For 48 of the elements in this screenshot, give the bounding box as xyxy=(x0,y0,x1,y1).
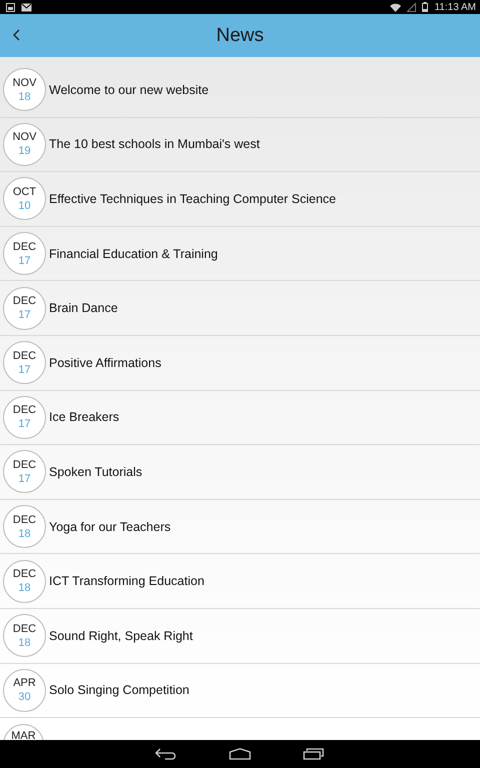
picture-icon xyxy=(6,2,15,12)
home-icon[interactable] xyxy=(229,748,251,760)
news-title[interactable]: Welcome to our new website xyxy=(49,82,209,97)
date-month: NOV xyxy=(12,130,36,144)
date-day: 18 xyxy=(18,90,31,104)
mail-icon xyxy=(21,2,32,12)
news-title[interactable]: Brain Dance xyxy=(49,301,118,316)
date-day: 18 xyxy=(18,581,31,596)
status-time: 11:13 AM xyxy=(434,2,476,12)
news-title[interactable]: Financial Education & Training xyxy=(49,246,218,261)
date-month: DEC xyxy=(12,567,36,582)
date-month: DEC xyxy=(12,240,36,254)
date-day: 18 xyxy=(18,636,31,650)
news-title[interactable]: Positive Affirmations xyxy=(49,356,162,370)
date-day: 17 xyxy=(18,308,31,322)
date-month: DEC xyxy=(12,294,36,308)
date-month: DEC xyxy=(12,622,36,636)
news-title[interactable]: Solo Singing Competition xyxy=(49,683,190,698)
date-month: APR xyxy=(13,676,36,690)
back-icon[interactable] xyxy=(155,748,177,760)
screen-title: News xyxy=(216,24,264,46)
wifi-icon xyxy=(390,2,402,12)
date-day: 17 xyxy=(18,417,31,432)
news-title[interactable]: Spoken Tutorials xyxy=(49,464,142,479)
date-month: DEC xyxy=(12,403,36,418)
chevron-left-icon xyxy=(12,28,22,42)
date-day: 18 xyxy=(18,526,31,541)
date-day: 10 xyxy=(18,198,31,213)
date-month: DEC xyxy=(12,348,36,363)
date-month: NOV xyxy=(12,76,36,90)
date-month: MAR xyxy=(11,729,36,740)
news-title[interactable]: Yoga for our Teachers xyxy=(49,520,171,534)
date-month: OCT xyxy=(12,184,36,199)
date-day: 17 xyxy=(18,362,31,377)
battery-icon xyxy=(422,2,428,12)
date-month: DEC xyxy=(12,458,36,472)
date-day: 19 xyxy=(18,144,31,158)
signal-icon xyxy=(407,2,416,12)
recent-apps-icon[interactable] xyxy=(303,748,325,760)
news-title[interactable]: ICT Transforming Education xyxy=(49,574,204,588)
news-title[interactable]: Ice Breakers xyxy=(49,410,120,424)
date-day: 30 xyxy=(18,690,31,704)
date-day: 17 xyxy=(18,472,31,486)
news-title[interactable]: Effective Techniques in Teaching Computer Science xyxy=(49,192,336,206)
news-title[interactable]: The 10 best schools in Mumbai's west xyxy=(49,137,260,152)
date-month: DEC xyxy=(12,512,36,527)
date-day: 17 xyxy=(18,254,31,268)
news-title[interactable]: Sound Right, Speak Right xyxy=(49,628,193,643)
